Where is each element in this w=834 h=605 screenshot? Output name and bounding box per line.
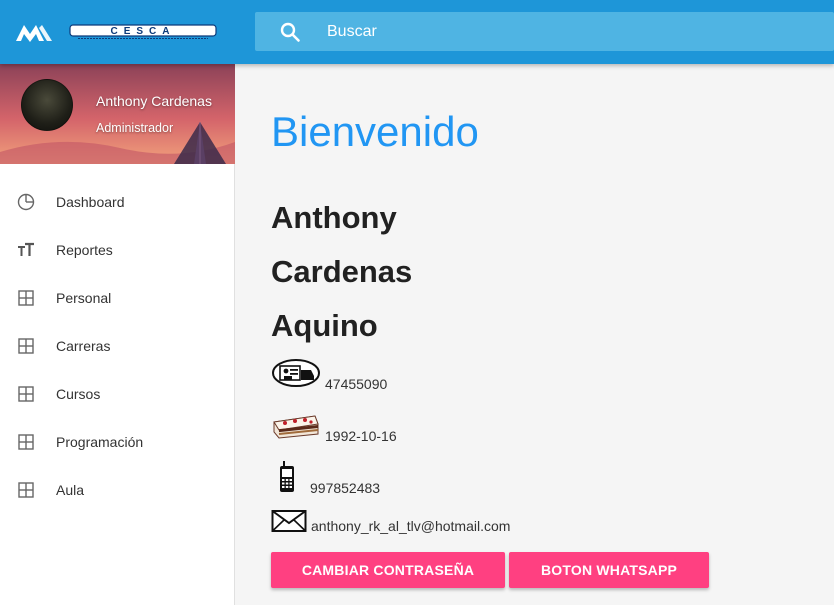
sidebar-item-aula[interactable]: Aula — [0, 466, 235, 514]
email-row: anthony_rk_al_tlv@hotmail.com — [271, 509, 511, 534]
grid-icon — [18, 386, 34, 402]
last-name-paternal: Cardenas — [271, 254, 413, 289]
grid-icon — [18, 290, 34, 306]
top-app-bar: CESCA — [0, 0, 834, 64]
sidebar-menu: Dashboard Reportes Personal Carreras Cur… — [0, 178, 235, 514]
sidebar-item-carreras[interactable]: Carreras — [0, 322, 235, 370]
dni-value: 47455090 — [325, 376, 388, 392]
sidebar-item-label: Cursos — [56, 386, 101, 402]
sidebar-item-programacion[interactable]: Programación — [0, 418, 235, 466]
pie-chart-icon — [17, 193, 35, 211]
phone-row: 997852483 — [271, 458, 381, 496]
sidebar-item-label: Dashboard — [56, 194, 125, 210]
search-input[interactable] — [327, 12, 807, 51]
search-icon[interactable] — [279, 21, 301, 43]
first-name: Anthony — [271, 200, 397, 235]
grid-icon — [18, 482, 34, 498]
id-card-icon — [272, 359, 320, 387]
cesca-logo[interactable]: CESCA — [68, 23, 218, 41]
mobile-phone-icon — [280, 461, 294, 492]
sidebar-item-label: Reportes — [56, 242, 113, 258]
sidebar-item-personal[interactable]: Personal — [0, 274, 235, 322]
birthdate-row: 1992-10-16 — [271, 408, 397, 444]
change-password-button[interactable]: CAMBIAR CONTRASEÑA — [271, 552, 505, 588]
svg-text:CESCA: CESCA — [110, 26, 175, 37]
sidebar-item-label: Programación — [56, 434, 144, 450]
text-size-icon — [18, 242, 34, 256]
dni-row: 47455090 — [271, 358, 388, 392]
sidebar: Anthony Cardenas Administrador Dashboard… — [0, 64, 235, 605]
cake-icon — [273, 415, 319, 439]
envelope-icon — [271, 510, 307, 532]
search-bar[interactable] — [255, 12, 834, 51]
email-value: anthony_rk_al_tlv@hotmail.com — [311, 518, 511, 534]
profile-name: Anthony Cardenas — [96, 93, 212, 109]
sidebar-item-cursos[interactable]: Cursos — [0, 370, 235, 418]
sidebar-item-reportes[interactable]: Reportes — [0, 226, 235, 274]
profile-header: Anthony Cardenas Administrador — [0, 64, 235, 164]
main-content: Bienvenido Anthony Cardenas Aquino 47455… — [236, 64, 834, 605]
sidebar-item-dashboard[interactable]: Dashboard — [0, 178, 235, 226]
sidebar-item-label: Aula — [56, 482, 85, 498]
last-name-maternal: Aquino — [271, 308, 378, 343]
sidebar-item-label: Carreras — [56, 338, 111, 354]
birthdate-value: 1992-10-16 — [325, 428, 397, 444]
grid-icon — [18, 338, 34, 354]
whatsapp-button[interactable]: BOTON WHATSAPP — [509, 552, 709, 588]
avatar[interactable] — [21, 79, 73, 131]
page-title: Bienvenido — [271, 108, 479, 155]
grid-icon — [18, 434, 34, 450]
profile-role: Administrador — [96, 121, 174, 135]
sidebar-item-label: Personal — [56, 290, 112, 306]
phone-value: 997852483 — [310, 480, 381, 496]
m-logo-icon[interactable] — [14, 21, 54, 43]
